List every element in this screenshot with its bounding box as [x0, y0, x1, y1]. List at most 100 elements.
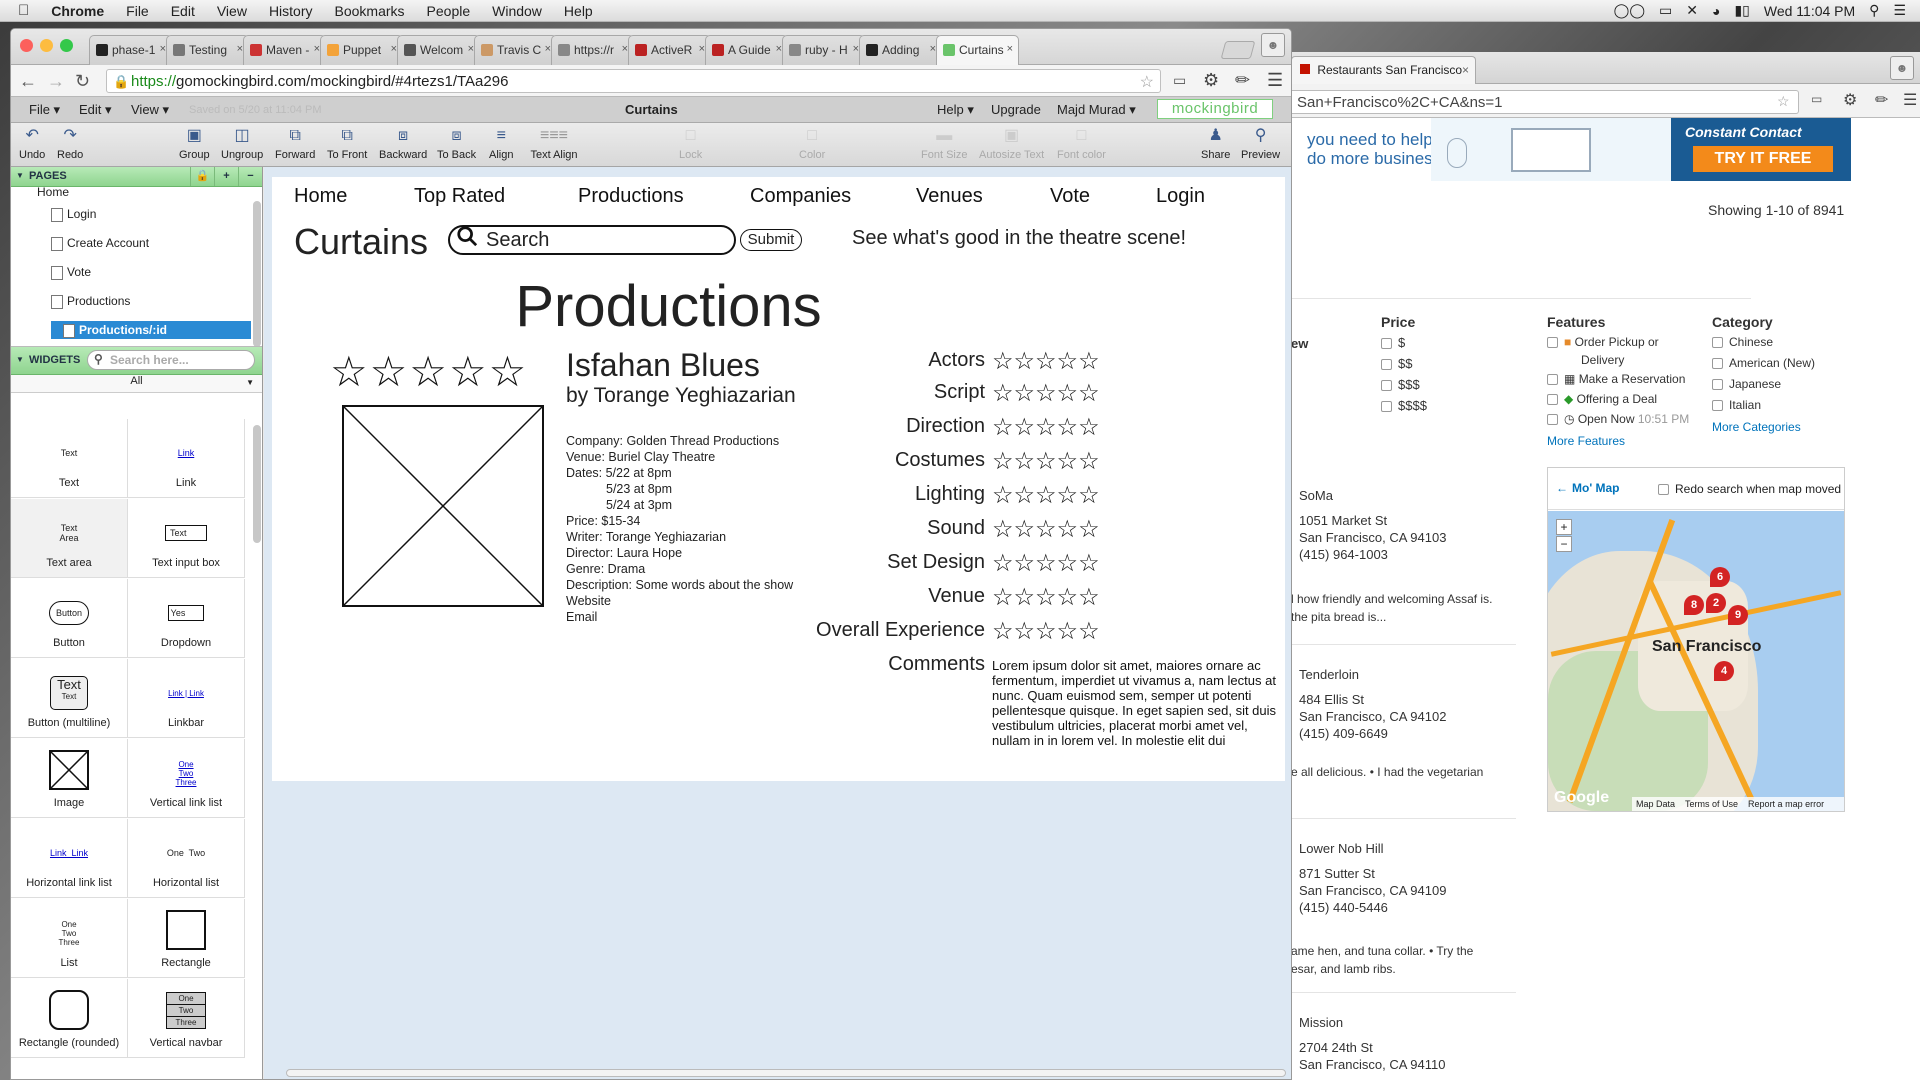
page-item-create-account[interactable]: Create Account: [51, 234, 149, 252]
widget-filter-select[interactable]: All ▼: [11, 375, 262, 393]
mock-search-input[interactable]: Search: [448, 225, 736, 255]
browser-tab[interactable]: Curtains ×: [936, 35, 1019, 65]
mock-nav-productions[interactable]: Productions: [578, 185, 684, 208]
map-marker[interactable]: 6: [1710, 567, 1730, 587]
checkbox[interactable]: [1712, 358, 1723, 370]
more-features-link[interactable]: More Features: [1547, 434, 1625, 448]
app-menu-view[interactable]: View ▾: [131, 102, 169, 118]
add-page-button[interactable]: +: [214, 167, 238, 186]
menu-edit[interactable]: Edit: [171, 3, 195, 19]
text-align-button[interactable]: ≡≡≡ Text Align: [529, 127, 579, 161]
menu-bookmarks[interactable]: Bookmarks: [335, 3, 405, 19]
browser-tab[interactable]: Puppet ×: [320, 35, 403, 65]
account-menu[interactable]: Majd Murad ▾: [1057, 102, 1136, 118]
widget-search-input[interactable]: ⚲ Search here...: [87, 350, 255, 370]
app-menu-file[interactable]: File ▾: [29, 102, 60, 118]
map-data-link[interactable]: Map Data: [1636, 799, 1675, 809]
gear-icon[interactable]: ⚙: [1203, 70, 1219, 91]
price-option[interactable]: $$: [1381, 356, 1412, 371]
feature-option[interactable]: ▦ Make a Reservation: [1547, 372, 1685, 386]
wifi-icon[interactable]: ◕: [1712, 3, 1720, 19]
close-window-button[interactable]: [20, 39, 33, 52]
ad-cta-button[interactable]: TRY IT FREE: [1693, 146, 1833, 172]
to-back-button[interactable]: ⧈ To Back: [437, 127, 476, 161]
category-option[interactable]: Japanese: [1712, 377, 1781, 391]
upgrade-link[interactable]: Upgrade: [991, 102, 1041, 117]
ad-banner[interactable]: you need to help do more business. Const…: [1291, 118, 1851, 181]
mock-submit-button[interactable]: Submit: [740, 229, 802, 251]
checkbox[interactable]: [1381, 359, 1392, 371]
star-icon[interactable]: ☆: [1140, 72, 1154, 92]
lock-pages-icon[interactable]: 🔒: [190, 167, 214, 186]
chrome-menu-icon[interactable]: ☰: [1903, 90, 1917, 110]
menu-view[interactable]: View: [217, 3, 247, 19]
category-option[interactable]: Italian: [1712, 398, 1761, 412]
checkbox[interactable]: [1712, 337, 1723, 349]
close-icon[interactable]: ×: [1007, 43, 1013, 55]
close-icon[interactable]: ×: [1462, 63, 1469, 77]
detail-link-website[interactable]: Website: [566, 593, 793, 609]
price-option[interactable]: $$$$: [1381, 398, 1427, 413]
widget-vertical-navbar[interactable]: One Two Three Vertical navbar: [128, 979, 245, 1058]
remove-page-button[interactable]: −: [238, 167, 262, 186]
rating-stars[interactable]: ☆☆☆☆☆: [992, 515, 1100, 544]
more-categories-link[interactable]: More Categories: [1712, 420, 1801, 434]
undo-button[interactable]: ↶ Undo: [19, 127, 45, 161]
mock-nav-vote[interactable]: Vote: [1050, 185, 1090, 208]
forward-arrow-icon[interactable]: →: [47, 71, 65, 92]
redo-button[interactable]: ↷ Redo: [57, 127, 83, 161]
airplay-icon[interactable]: ▭: [1659, 2, 1672, 19]
rating-stars[interactable]: ☆☆☆☆☆: [992, 379, 1100, 408]
checkbox[interactable]: [1547, 374, 1558, 386]
app-menu-help[interactable]: Help ▾: [937, 102, 974, 118]
zoom-window-button[interactable]: [60, 39, 73, 52]
checkbox[interactable]: [1381, 380, 1392, 392]
map-back-arrow-icon[interactable]: ←: [1556, 481, 1568, 495]
terms-link[interactable]: Terms of Use: [1685, 799, 1738, 809]
widget-vertical-link-list[interactable]: One Two Three Vertical link list: [128, 739, 245, 818]
checkbox[interactable]: [1547, 337, 1558, 349]
widget-text-area[interactable]: Text Area Text area: [11, 499, 128, 578]
zoom-in-button[interactable]: +: [1556, 519, 1572, 535]
browser-tab[interactable]: https://r ×: [551, 35, 634, 65]
browser-tab[interactable]: Maven - ×: [243, 35, 326, 65]
bluetooth-icon[interactable]: ✕: [1686, 2, 1698, 19]
rating-stars[interactable]: ☆☆☆☆☆: [992, 549, 1100, 578]
page-item-productions[interactable]: Productions: [51, 292, 130, 310]
feature-option[interactable]: ◷ Open Now 10:51 PM: [1547, 412, 1689, 426]
reload-icon[interactable]: ↻: [75, 71, 90, 92]
widget-horizontal-list[interactable]: One Two Horizontal list: [128, 819, 245, 898]
rating-stars[interactable]: ☆☆☆☆☆: [992, 447, 1100, 476]
widget-text[interactable]: Text Text: [11, 419, 128, 498]
menubar-clock[interactable]: Wed 11:04 PM: [1764, 3, 1855, 19]
chrome-menu-icon[interactable]: ☰: [1267, 70, 1283, 91]
gear-icon[interactable]: ⚙: [1843, 90, 1857, 110]
font-color-button[interactable]: □ Font color: [1057, 127, 1106, 161]
rating-stars[interactable]: ☆☆☆☆☆: [992, 481, 1100, 510]
widget-linkbar[interactable]: Link | Link Linkbar: [128, 659, 245, 738]
map-marker[interactable]: 8: [1684, 595, 1704, 615]
feature-option[interactable]: ◆ Offering a Deal: [1547, 392, 1657, 406]
widget-rectangle[interactable]: Rectangle: [128, 899, 245, 978]
glasses-icon[interactable]: ◯◯: [1614, 2, 1645, 19]
browser-tab[interactable]: ActiveR ×: [628, 35, 711, 65]
page-item-vote[interactable]: Vote: [51, 263, 91, 281]
mock-nav-venues[interactable]: Venues: [916, 185, 983, 208]
design-canvas[interactable]: Home Top Rated Productions Companies Ven…: [264, 167, 1291, 1079]
font-size-button[interactable]: ▬ Font Size: [921, 127, 967, 161]
category-option[interactable]: Chinese: [1712, 335, 1773, 349]
widget-image[interactable]: Image: [11, 739, 128, 818]
mock-nav-home[interactable]: Home: [294, 185, 347, 208]
browser-tab[interactable]: Testing ×: [166, 35, 249, 65]
widget-button-multiline[interactable]: Text Text Button (multiline): [11, 659, 128, 738]
widget-horizontal-link-list[interactable]: Link Link Horizontal link list: [11, 819, 128, 898]
menu-file[interactable]: File: [126, 3, 149, 19]
mockup-page[interactable]: Home Top Rated Productions Companies Ven…: [272, 177, 1285, 781]
pages-header[interactable]: ▼ PAGES 🔒 + −: [11, 167, 262, 187]
checkbox[interactable]: [1712, 400, 1723, 412]
browser-tab[interactable]: Welcom ×: [397, 35, 480, 65]
mock-nav-login[interactable]: Login: [1156, 185, 1205, 208]
checkbox[interactable]: [1547, 394, 1558, 406]
map-marker[interactable]: 2: [1706, 593, 1726, 613]
checkbox[interactable]: [1658, 484, 1669, 496]
